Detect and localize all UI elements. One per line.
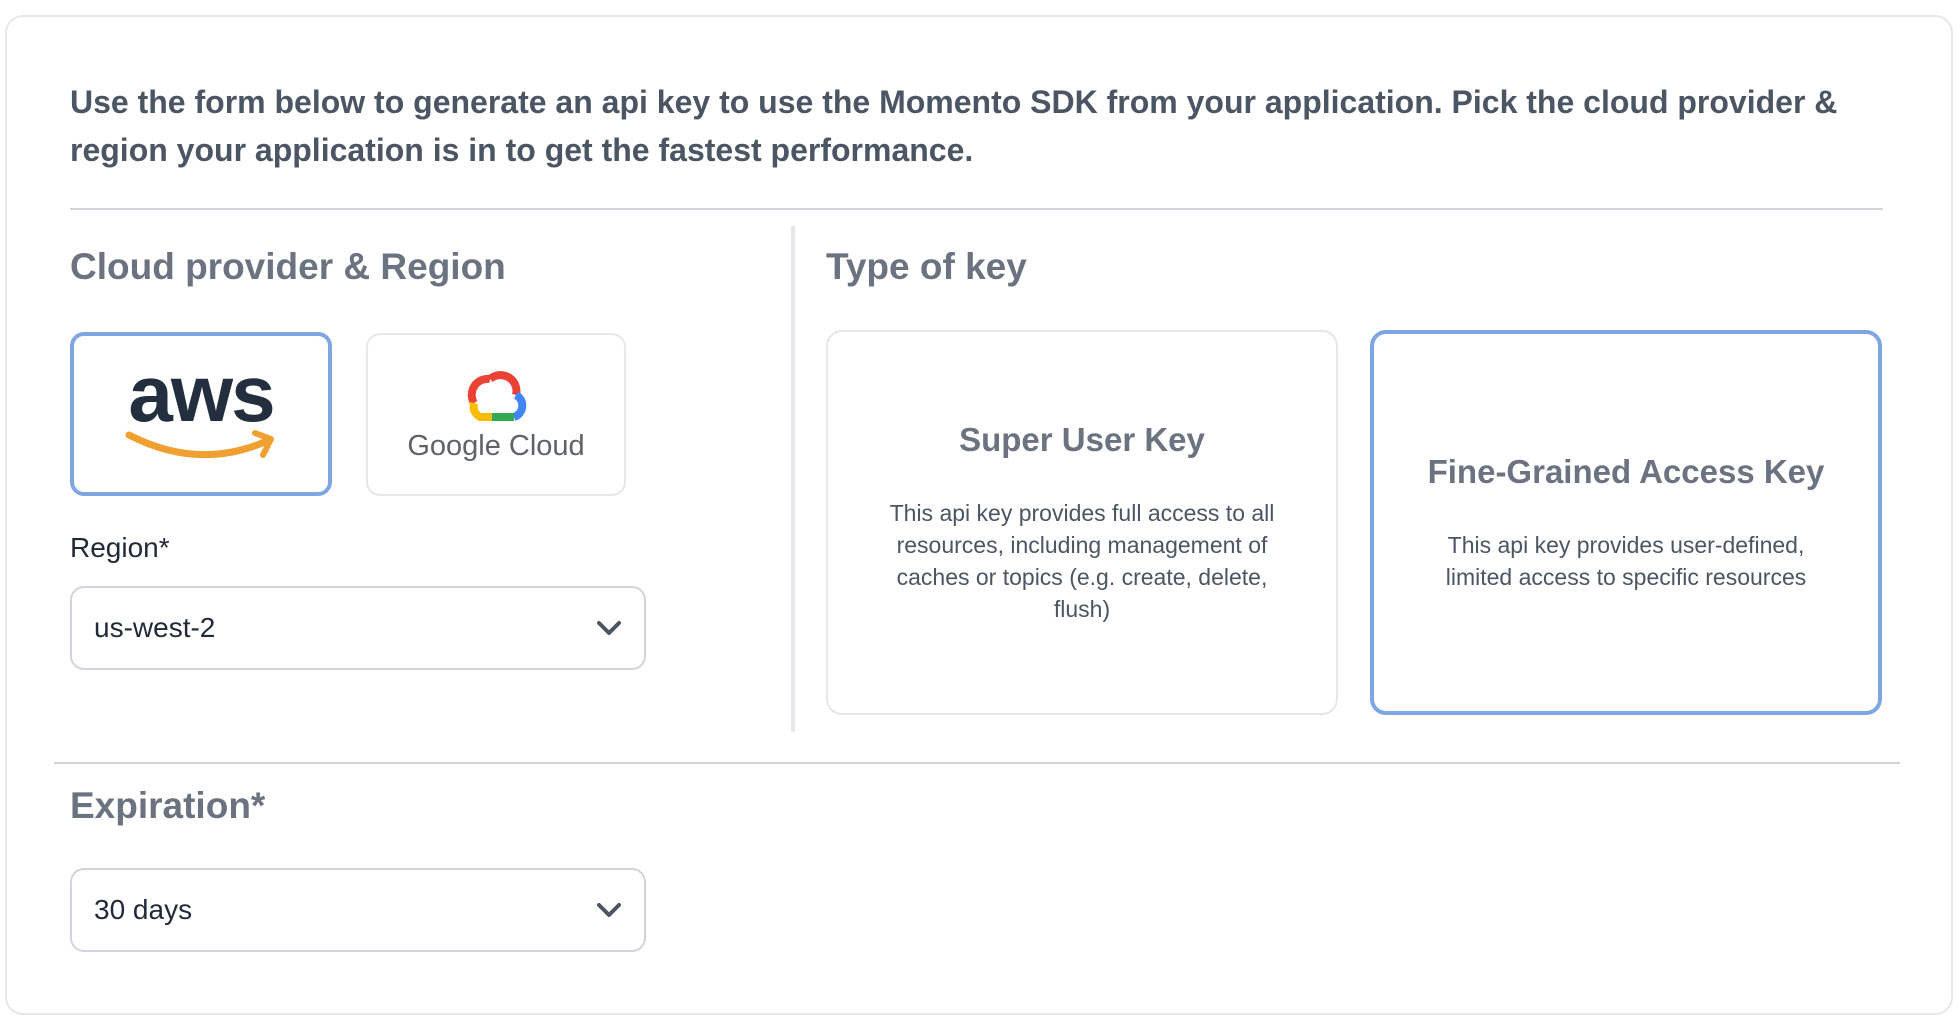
provider-google-cloud-button[interactable]: Google Cloud: [366, 333, 626, 496]
provider-aws-button[interactable]: aws: [70, 332, 332, 496]
fine-grained-key-title: Fine-Grained Access Key: [1427, 452, 1825, 490]
intro-text: Use the form below to generate an api ke…: [70, 84, 1838, 168]
fine-grained-key-description: This api key provides user-defined, limi…: [1445, 531, 1807, 590]
super-user-key-description: This api key provides full access to all…: [889, 499, 1275, 622]
expiration-select-value: 30 days: [94, 894, 193, 925]
expiration-select[interactable]: 30 days: [70, 868, 646, 952]
region-label: Region*: [70, 532, 170, 563]
super-user-key-title: Super User Key: [959, 420, 1205, 458]
key-type-section-title: Type of key: [826, 246, 1027, 287]
region-select[interactable]: us-west-2: [70, 586, 646, 670]
aws-logo: aws: [125, 359, 276, 459]
divider-top: [70, 208, 1883, 210]
google-cloud-logo: Google Cloud: [407, 370, 585, 462]
super-user-key-option[interactable]: Super User Key This api key provides ful…: [826, 330, 1338, 715]
cloud-section-title: Cloud provider & Region: [70, 246, 506, 287]
fine-grained-access-key-option[interactable]: Fine-Grained Access Key This api key pro…: [1370, 330, 1882, 715]
chevron-down-icon: [597, 621, 621, 635]
chevron-down-icon: [597, 903, 621, 917]
google-cloud-icon: [467, 370, 527, 421]
google-cloud-logo-text: Google Cloud: [407, 430, 584, 462]
divider-middle: [54, 762, 1900, 764]
aws-logo-text: aws: [128, 359, 273, 438]
vertical-divider: [791, 226, 795, 732]
region-select-value: us-west-2: [94, 612, 216, 643]
expiration-section-title: Expiration*: [70, 785, 266, 826]
